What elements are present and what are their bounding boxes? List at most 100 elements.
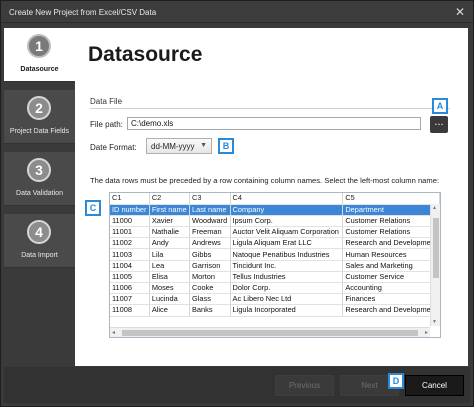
- table-cell[interactable]: 11002: [110, 237, 150, 250]
- table-cell[interactable]: Andy: [149, 237, 191, 250]
- table-row[interactable]: 11006 Moses Cooke Dolor Corp. Accounting: [110, 282, 440, 295]
- previous-button[interactable]: Previous: [275, 375, 334, 396]
- wizard-window: Create New Project from Excel/CSV Data ✕…: [0, 0, 474, 407]
- column-header-row: C1 C2 C3 C4 C5: [110, 193, 440, 205]
- vertical-scrollbar[interactable]: ▲ ▼: [430, 204, 440, 326]
- table-cell[interactable]: Garrison: [189, 260, 231, 272]
- table-row[interactable]: 11007 Lucinda Glass Ac Libero Nec Ltd Fi…: [110, 293, 440, 306]
- close-icon[interactable]: ✕: [453, 5, 467, 19]
- table-cell[interactable]: Freeman: [189, 226, 231, 239]
- scroll-left-icon[interactable]: ◂: [112, 329, 115, 336]
- table-cell[interactable]: Xavier: [149, 215, 191, 228]
- column-header[interactable]: C4: [230, 193, 344, 205]
- table-cell[interactable]: Company: [230, 204, 344, 216]
- table-row[interactable]: 11003 Lila Gibbs Natoque Penatibus Indus…: [110, 248, 440, 261]
- table-cell[interactable]: Morton: [189, 271, 231, 284]
- table-cell[interactable]: Sales and Marketing: [342, 260, 440, 272]
- scrollbar-thumb[interactable]: [122, 330, 418, 336]
- table-cell[interactable]: Accounting: [342, 282, 440, 295]
- scroll-down-icon[interactable]: ▼: [432, 319, 437, 325]
- scrollbar-thumb[interactable]: [433, 218, 439, 278]
- scroll-up-icon[interactable]: ▲: [432, 205, 437, 211]
- table-cell[interactable]: Glass: [189, 293, 231, 306]
- table-cell[interactable]: Tellus Industries: [230, 271, 344, 284]
- table-cell[interactable]: Moses: [149, 282, 191, 295]
- table-cell[interactable]: 11000: [110, 215, 150, 228]
- step-number-icon: 3: [27, 158, 51, 182]
- horizontal-scrollbar[interactable]: ◂ ▸: [110, 327, 430, 337]
- group-divider: [90, 108, 450, 109]
- table-cell[interactable]: Customer Relations: [342, 215, 440, 228]
- step-label: Project Data Fields: [9, 128, 70, 135]
- table-cell[interactable]: Alice: [149, 304, 191, 317]
- table-cell[interactable]: Dolor Corp.: [230, 282, 344, 295]
- browse-button[interactable]: ...: [430, 116, 448, 133]
- table-cell[interactable]: Ligula Incorporated: [230, 304, 344, 317]
- step-data-validation[interactable]: 3 Data Validation: [4, 152, 75, 206]
- table-cell[interactable]: Natoque Penatibus Industries: [230, 248, 344, 261]
- table-row[interactable]: 11001 Nathalie Freeman Auctor Velit Aliq…: [110, 226, 440, 239]
- table-cell[interactable]: 11005: [110, 271, 150, 284]
- step-label: Datasource: [20, 66, 59, 73]
- wizard-footer: Previous Next D Cancel: [4, 367, 470, 403]
- step-project-data-fields[interactable]: 2 Project Data Fields: [4, 90, 75, 144]
- table-row[interactable]: 11002 Andy Andrews Ligula Aliquam Erat L…: [110, 237, 440, 250]
- column-header[interactable]: C1: [110, 193, 150, 205]
- table-cell[interactable]: 11003: [110, 248, 150, 261]
- table-row[interactable]: 11000 Xavier Woodward Ipsum Corp. Custom…: [110, 215, 440, 228]
- table-cell[interactable]: Ligula Aliquam Erat LLC: [230, 237, 344, 250]
- column-header[interactable]: C3: [189, 193, 231, 205]
- date-format-label: Date Format:: [90, 143, 137, 152]
- table-cell[interactable]: Research and Development: [342, 304, 440, 317]
- table-cell[interactable]: Ipsum Corp.: [230, 215, 344, 228]
- date-format-value: dd-MM-yyyy: [151, 142, 195, 151]
- column-header[interactable]: C5: [342, 193, 440, 205]
- cancel-button[interactable]: Cancel: [405, 375, 464, 396]
- table-row-selected[interactable]: ID number First name Last name Company D…: [110, 204, 440, 216]
- table-cell[interactable]: Cooke: [189, 282, 231, 295]
- table-cell[interactable]: Lucinda: [149, 293, 191, 306]
- step-label: Data Import: [21, 252, 58, 259]
- table-cell[interactable]: Tincidunt Inc.: [230, 260, 344, 272]
- annotation-badge-a: A: [432, 98, 448, 114]
- data-preview-grid[interactable]: C1 C2 C3 C4 C5 ID number First name Last…: [109, 192, 441, 338]
- table-cell[interactable]: Auctor Velit Aliquam Corporation: [230, 226, 344, 239]
- step-data-import[interactable]: 4 Data Import: [4, 214, 75, 268]
- title-bar: Create New Project from Excel/CSV Data ✕: [1, 1, 473, 23]
- table-row[interactable]: 11008 Alice Banks Ligula Incorporated Re…: [110, 304, 440, 317]
- table-cell[interactable]: Finances: [342, 293, 440, 306]
- table-cell[interactable]: Elisa: [149, 271, 191, 284]
- table-cell[interactable]: Lila: [149, 248, 191, 261]
- table-cell[interactable]: Customer Relations: [342, 226, 440, 239]
- table-cell[interactable]: Andrews: [189, 237, 231, 250]
- table-cell[interactable]: 11001: [110, 226, 150, 239]
- step-number-icon: 4: [27, 220, 51, 244]
- table-cell[interactable]: Ac Libero Nec Ltd: [230, 293, 344, 306]
- table-cell[interactable]: ID number: [110, 204, 150, 216]
- table-cell[interactable]: Customer Service: [342, 271, 440, 284]
- window-title: Create New Project from Excel/CSV Data: [9, 8, 157, 17]
- table-cell[interactable]: Banks: [189, 304, 231, 317]
- table-cell[interactable]: Gibbs: [189, 248, 231, 261]
- grid-instructions: The data rows must be preceded by a row …: [90, 176, 440, 185]
- table-cell[interactable]: Human Resources: [342, 248, 440, 261]
- table-cell[interactable]: Research and Development: [342, 237, 440, 250]
- table-cell[interactable]: 11004: [110, 260, 150, 272]
- step-datasource[interactable]: 1 Datasource: [4, 28, 75, 82]
- table-row[interactable]: 11005 Elisa Morton Tellus Industries Cus…: [110, 271, 440, 284]
- column-header[interactable]: C2: [149, 193, 191, 205]
- step-number-icon: 2: [27, 96, 51, 120]
- table-cell[interactable]: 11007: [110, 293, 150, 306]
- date-format-select[interactable]: dd-MM-yyyy ▼: [146, 138, 212, 154]
- table-cell[interactable]: Nathalie: [149, 226, 191, 239]
- scroll-right-icon[interactable]: ▸: [425, 329, 428, 336]
- file-path-input[interactable]: [127, 117, 421, 130]
- table-cell[interactable]: 11006: [110, 282, 150, 295]
- table-cell[interactable]: Last name: [189, 204, 231, 216]
- table-cell[interactable]: 11008: [110, 304, 150, 317]
- table-cell[interactable]: Lea: [149, 260, 191, 272]
- table-cell[interactable]: First name: [149, 204, 191, 216]
- table-cell[interactable]: Department: [342, 204, 440, 216]
- table-row[interactable]: 11004 Lea Garrison Tincidunt Inc. Sales …: [110, 260, 440, 272]
- table-cell[interactable]: Woodward: [189, 215, 231, 228]
